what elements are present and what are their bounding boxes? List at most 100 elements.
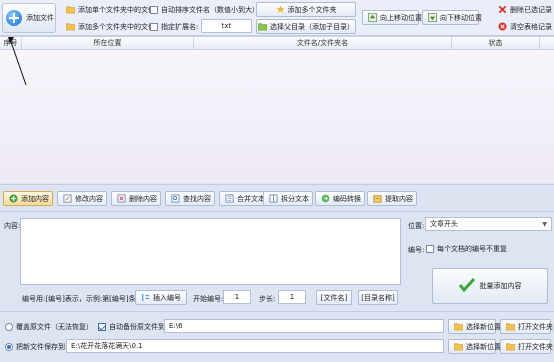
number-hint: 编号用:[编号]表示，示例:第[编号]条 xyxy=(22,295,136,303)
move-up-icon xyxy=(368,13,377,22)
merge-icon xyxy=(225,194,234,203)
folder-icon xyxy=(66,5,75,14)
insert-filename-button[interactable]: [文件名] xyxy=(316,290,352,305)
col-location[interactable]: 所在位置 xyxy=(22,37,194,50)
step-value: 1 xyxy=(289,293,295,301)
start-number-input[interactable]: 1 xyxy=(223,290,251,304)
add-content-label: 添加内容 xyxy=(21,194,49,203)
delete-selected-label: 删除已选记录 xyxy=(510,5,552,14)
checkbox-box xyxy=(426,245,434,253)
extract-icon xyxy=(373,194,382,203)
radio-circle xyxy=(5,323,13,331)
add-icon xyxy=(9,194,18,203)
add-single-folder-files-button[interactable]: 添加单个文件夹中的文件 xyxy=(60,2,161,17)
auto-sort-checkbox[interactable]: 自动排序文件名（数值小到大） xyxy=(150,5,259,15)
save-path-value: E:\花开花落花满天\0.1 xyxy=(71,342,143,350)
choose-backup-location-button[interactable]: 选择新位置 xyxy=(448,319,501,334)
delete-content-button[interactable]: 删除内容 xyxy=(111,191,161,206)
save-new-label: 把新文件保存到: xyxy=(16,343,68,351)
clear-table-button[interactable]: 清空表格记录 xyxy=(492,19,554,34)
action-bar: 添加内容 修改内容 删除内容 查找内容 合并文本 拆分文本 编码转换 提取内容 xyxy=(0,184,554,212)
chevron-down-icon: ▼ xyxy=(542,220,547,228)
choose-save-location-button[interactable]: 选择新位置 xyxy=(448,339,501,354)
save-new-radio[interactable]: 把新文件保存到: xyxy=(5,342,67,352)
checkbox-box xyxy=(98,323,106,331)
auto-backup-checkbox[interactable]: 自动备份原文件到: xyxy=(98,322,167,332)
add-multi-folders-label: 添加多个文件夹 xyxy=(287,5,337,14)
checkbox-box xyxy=(150,6,158,14)
add-single-folder-files-label: 添加单个文件夹中的文件 xyxy=(78,5,155,14)
backup-path-input[interactable]: E:\6 xyxy=(164,319,444,333)
position-select[interactable]: 文章开头 ▼ xyxy=(425,217,552,231)
choose-save-location-label: 选择新位置 xyxy=(466,342,501,351)
open-folder-icon xyxy=(506,322,515,331)
col-filename[interactable]: 文件名/文件夹名 xyxy=(194,37,452,50)
batch-add-button[interactable]: 批量添加内容 xyxy=(432,268,548,304)
edit-content-label: 修改内容 xyxy=(75,194,103,203)
radio-circle xyxy=(5,343,13,351)
star-icon xyxy=(275,5,285,14)
extract-content-button[interactable]: 提取内容 xyxy=(367,191,417,206)
folder-icon xyxy=(66,22,75,31)
encode-convert-button[interactable]: 编码转换 xyxy=(315,191,365,206)
start-number-label: 开始编号: xyxy=(193,295,224,303)
delete-content-label: 删除内容 xyxy=(129,194,157,203)
ext-input[interactable]: txt xyxy=(201,19,252,33)
add-multi-folder-files-button[interactable]: 添加多个文件夹中的文件 xyxy=(60,19,161,34)
step-input[interactable]: 1 xyxy=(278,290,306,304)
position-value: 文章开头 xyxy=(430,220,458,228)
select-parent-dir-label: 选择父目录（添加子目录） xyxy=(270,22,354,31)
find-content-button[interactable]: 查找内容 xyxy=(165,191,215,206)
add-circle-icon xyxy=(6,10,22,26)
number-label: 编号: xyxy=(408,246,425,254)
editor-panel: 内容: 位置: 文章开头 ▼ 编号: 每个文档的编号不重复 批量添加内容 编号用… xyxy=(0,212,554,310)
insert-dirname-label: [目录名称] xyxy=(361,293,395,302)
specify-ext-label: 指定扩展名: xyxy=(161,23,199,31)
insert-dirname-button[interactable]: [目录名称] xyxy=(358,290,398,305)
add-file-button[interactable]: 添加文件 xyxy=(2,3,56,33)
open-save-folder-label: 打开文件夹 xyxy=(518,342,553,351)
unique-number-checkbox[interactable]: 每个文档的编号不重复 xyxy=(426,244,507,254)
open-backup-folder-button[interactable]: 打开文件夹 xyxy=(500,319,553,334)
delete-x-icon xyxy=(498,5,507,14)
add-multi-folders-button[interactable]: 添加多个文件夹 xyxy=(256,2,356,17)
find-content-label: 查找内容 xyxy=(183,194,211,203)
insert-filename-label: [文件名] xyxy=(320,293,348,302)
step-label: 步长: xyxy=(259,295,276,303)
col-status[interactable]: 状态 xyxy=(452,37,540,50)
move-down-button[interactable]: 向下移动位置 xyxy=(422,10,482,25)
open-save-folder-button[interactable]: 打开文件夹 xyxy=(500,339,553,354)
split-icon xyxy=(269,194,278,203)
content-textarea[interactable] xyxy=(20,218,401,285)
add-content-button[interactable]: 添加内容 xyxy=(3,191,53,206)
start-number-value: 1 xyxy=(234,293,240,301)
batch-add-label: 批量添加内容 xyxy=(479,282,522,290)
unique-number-label: 每个文档的编号不重复 xyxy=(437,245,507,253)
ext-value: txt xyxy=(221,22,232,30)
move-up-button[interactable]: 向上移动位置 xyxy=(362,10,422,25)
choose-backup-location-label: 选择新位置 xyxy=(466,322,501,331)
folder-tree-icon xyxy=(258,22,267,31)
folder-icon xyxy=(454,322,463,331)
delete-icon xyxy=(117,194,126,203)
open-backup-folder-label: 打开文件夹 xyxy=(518,322,553,331)
auto-backup-label: 自动备份原文件到: xyxy=(109,323,168,331)
auto-sort-label: 自动排序文件名（数值小到大） xyxy=(161,6,259,14)
move-up-label: 向上移动位置 xyxy=(380,13,422,22)
split-text-button[interactable]: 拆分文本 xyxy=(263,191,313,206)
move-down-label: 向下移动位置 xyxy=(440,13,482,22)
save-path-input[interactable]: E:\花开花落花满天\0.1 xyxy=(66,339,444,353)
file-table[interactable]: 序号 所在位置 文件名/文件夹名 状态 xyxy=(0,36,554,183)
edit-icon xyxy=(63,194,72,203)
clear-icon xyxy=(498,22,507,31)
folder-icon xyxy=(454,342,463,351)
select-parent-dir-button[interactable]: 选择父目录（添加子目录） xyxy=(256,19,356,34)
split-text-label: 拆分文本 xyxy=(281,194,309,203)
specify-ext-checkbox[interactable]: 指定扩展名: xyxy=(150,22,198,32)
edit-content-button[interactable]: 修改内容 xyxy=(57,191,107,206)
overwrite-radio[interactable]: 覆盖原文件（无法恢复） xyxy=(5,322,93,332)
delete-selected-button[interactable]: 删除已选记录 xyxy=(492,2,554,17)
encode-icon xyxy=(321,194,330,203)
insert-number-button[interactable]: 插入编号 xyxy=(135,290,187,305)
merge-text-button[interactable]: 合并文本 xyxy=(219,191,269,206)
